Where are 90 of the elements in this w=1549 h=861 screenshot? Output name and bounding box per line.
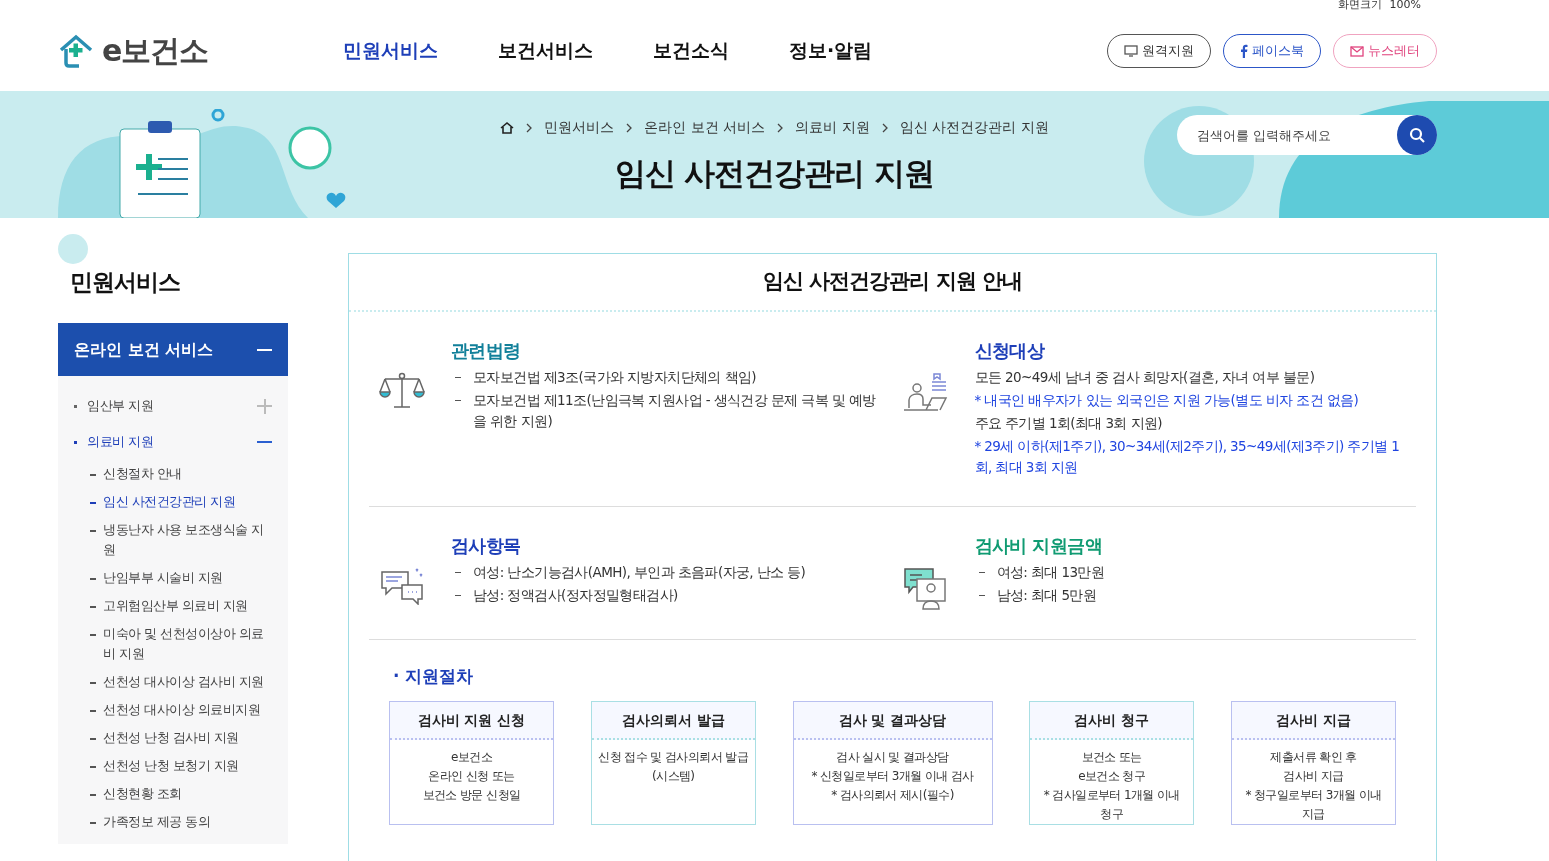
house-plus-logo-icon [58,32,94,69]
note-text: * 내국인 배우자가 있는 외국인은 지원 가능(별도 비자 조건 없음) [974,390,1360,410]
zoom-label: 화면크기 [1337,0,1382,10]
sidebar-subitem[interactable]: 고위험임산부 의료비 지원 [74,592,272,620]
content-title: 임신 사전건강관리 지원 안내 [349,254,1436,312]
search-icon [1409,127,1425,143]
sidebar-subitem[interactable]: 임신 사전건강관리 지원 [74,488,272,516]
step-text: 검사비 지급 [1282,768,1345,785]
step-text: * 청구일로부터 3개월 이내 [1244,787,1383,804]
sidebar-subitem[interactable]: 신청절차 안내 [74,460,272,488]
page-title: 임신 사전건강관리 지원 [614,154,935,193]
procedure-heading: · 지원절차 [393,664,475,688]
sidebar-subitem[interactable]: 선천성 난청 검사비 지원 [74,724,272,752]
section-heading: 검사비 지원금액 [974,534,1103,556]
step-text: (시스템) [651,768,696,785]
step-text: 온라인 신청 또는 [427,768,516,785]
balance-scale-icon [379,371,425,410]
step-text: 제출서류 확인 후 [1269,749,1358,766]
breadcrumb-link[interactable]: 임신 사전건강관리 지원 [899,117,1049,138]
facebook-icon [1240,43,1248,58]
step-text: 보건소 방문 신청일 [421,787,522,804]
step-text: * 검사의뢰서 제시(필수) [830,787,955,804]
breadcrumb-link[interactable]: 의료비 지원 [795,117,870,138]
chevron-icon [777,122,784,133]
step-text: 검사 실시 및 결과상담 [835,749,950,766]
sidebar-subitem[interactable]: 선천성 난청 보청기 지원 [74,752,272,780]
sidebar-subitem[interactable]: 난임부부 시술비 지원 [74,564,272,592]
step-title: 검사비 지급 [1232,702,1395,740]
section-heading: 관련법령 [451,339,522,361]
sidebar-subitem[interactable]: 신청현황 조회 [74,780,272,808]
sidebar-item[interactable]: 의료비 지원 [74,424,272,460]
chevron-icon [881,122,888,133]
step-text: e보건소 청구 [1077,768,1147,785]
step-title: 검사 및 결과상담 [793,702,992,740]
chevron-icon [526,122,533,133]
site-logo-text[interactable]: e보건소 [102,28,209,73]
info-text: 여성: 최대 13만원 [996,562,1105,582]
bullet-icon [74,440,77,444]
info-text: 모자보건법 제3조(국가와 지방자치단체의 책임) [473,367,756,387]
breadcrumb-link[interactable]: 민원서비스 [544,117,615,138]
minus-icon [257,348,272,351]
dash-marker [978,594,985,596]
plus-icon [257,398,272,414]
nav-link[interactable]: 보건소식 [653,36,729,65]
dash-marker [455,399,461,401]
step-text: 지급 [1301,806,1326,823]
section-heading: 신청대상 [974,339,1046,361]
breadcrumb-link[interactable]: 온라인 보건 서비스 [644,117,766,138]
dash-marker [455,571,461,573]
sidebar-subitem[interactable]: 가족정보 제공 동의 [74,808,272,836]
video-chat-icon [902,566,949,611]
nav-link[interactable]: 정보·알림 [789,36,873,65]
sidebar-item[interactable]: 임산부 지원 [74,388,272,424]
person-laptop-icon [901,371,950,414]
sidebar-subitem[interactable]: 미숙아 및 선천성이상아 의료비 지원 [74,620,272,668]
dash-marker [455,594,461,596]
monitor-icon [1124,44,1138,57]
step-text: 청구 [1099,806,1125,823]
nav-link[interactable]: 민원서비스 [343,36,438,65]
chevron-icon [626,122,633,133]
step-title: 검사비 지원 신청 [390,702,553,740]
info-text: 남성: 최대 5만원 [996,585,1097,605]
info-text: 여성: 난소기능검사(AMH), 부인과 초음파(자궁, 난소 등) [473,562,806,582]
step-text: * 검사일로부터 1개월 이내 [1042,787,1181,804]
sidebar-subitem[interactable]: 냉동난자 사용 보조생식술 지원 [74,516,272,564]
sidebar-title: 민원서비스 [70,268,180,297]
section-heading: 검사항목 [451,534,522,556]
envelope-icon [1350,44,1364,57]
step-text: 보건소 또는 [1080,749,1143,766]
step-title: 검사의뢰서 발급 [591,702,755,740]
sidebar-section-header[interactable]: 온라인 보건 서비스 [58,323,288,376]
zoom-value: 100% [1389,0,1421,10]
home-icon[interactable] [500,121,515,134]
info-text: 남성: 정액검사(정자정밀형태검사) [473,585,678,605]
minus-icon [257,441,272,443]
chat-bubbles-icon [380,566,424,605]
bullet-icon [74,404,77,408]
step-title: 검사비 청구 [1030,702,1194,740]
dash-marker [978,571,985,573]
note-text: * 29세 이하(제1주기), 30~34세(제2주기), 35~49세(제3주기) 주기별 1회, 최대 3회 지원 [974,436,1401,477]
sidebar-subitem[interactable]: 선천성 대사이상 의료비지원 [74,696,272,724]
nav-link[interactable]: 보건서비스 [498,36,593,65]
step-text: 신청 접수 및 검사의뢰서 발급 [597,749,750,766]
sidebar-subitem[interactable]: 선천성 대사이상 검사비 지원 [74,668,272,696]
info-text: 모자보건법 제11조(난임극복 지원사업 - 생식건강 문제 극복 및 예방을 위한 지원) [473,390,877,431]
dash-marker [455,376,461,378]
step-text: * 신청일로부터 3개월 이내 검사 [810,768,975,785]
info-text: 모든 20~49세 남녀 중 검사 희망자(결혼, 자녀 여부 불문) [974,367,1316,387]
step-text: e보건소 [450,749,493,766]
info-text: 주요 주기별 1회(최대 3회 지원) [974,413,1163,433]
